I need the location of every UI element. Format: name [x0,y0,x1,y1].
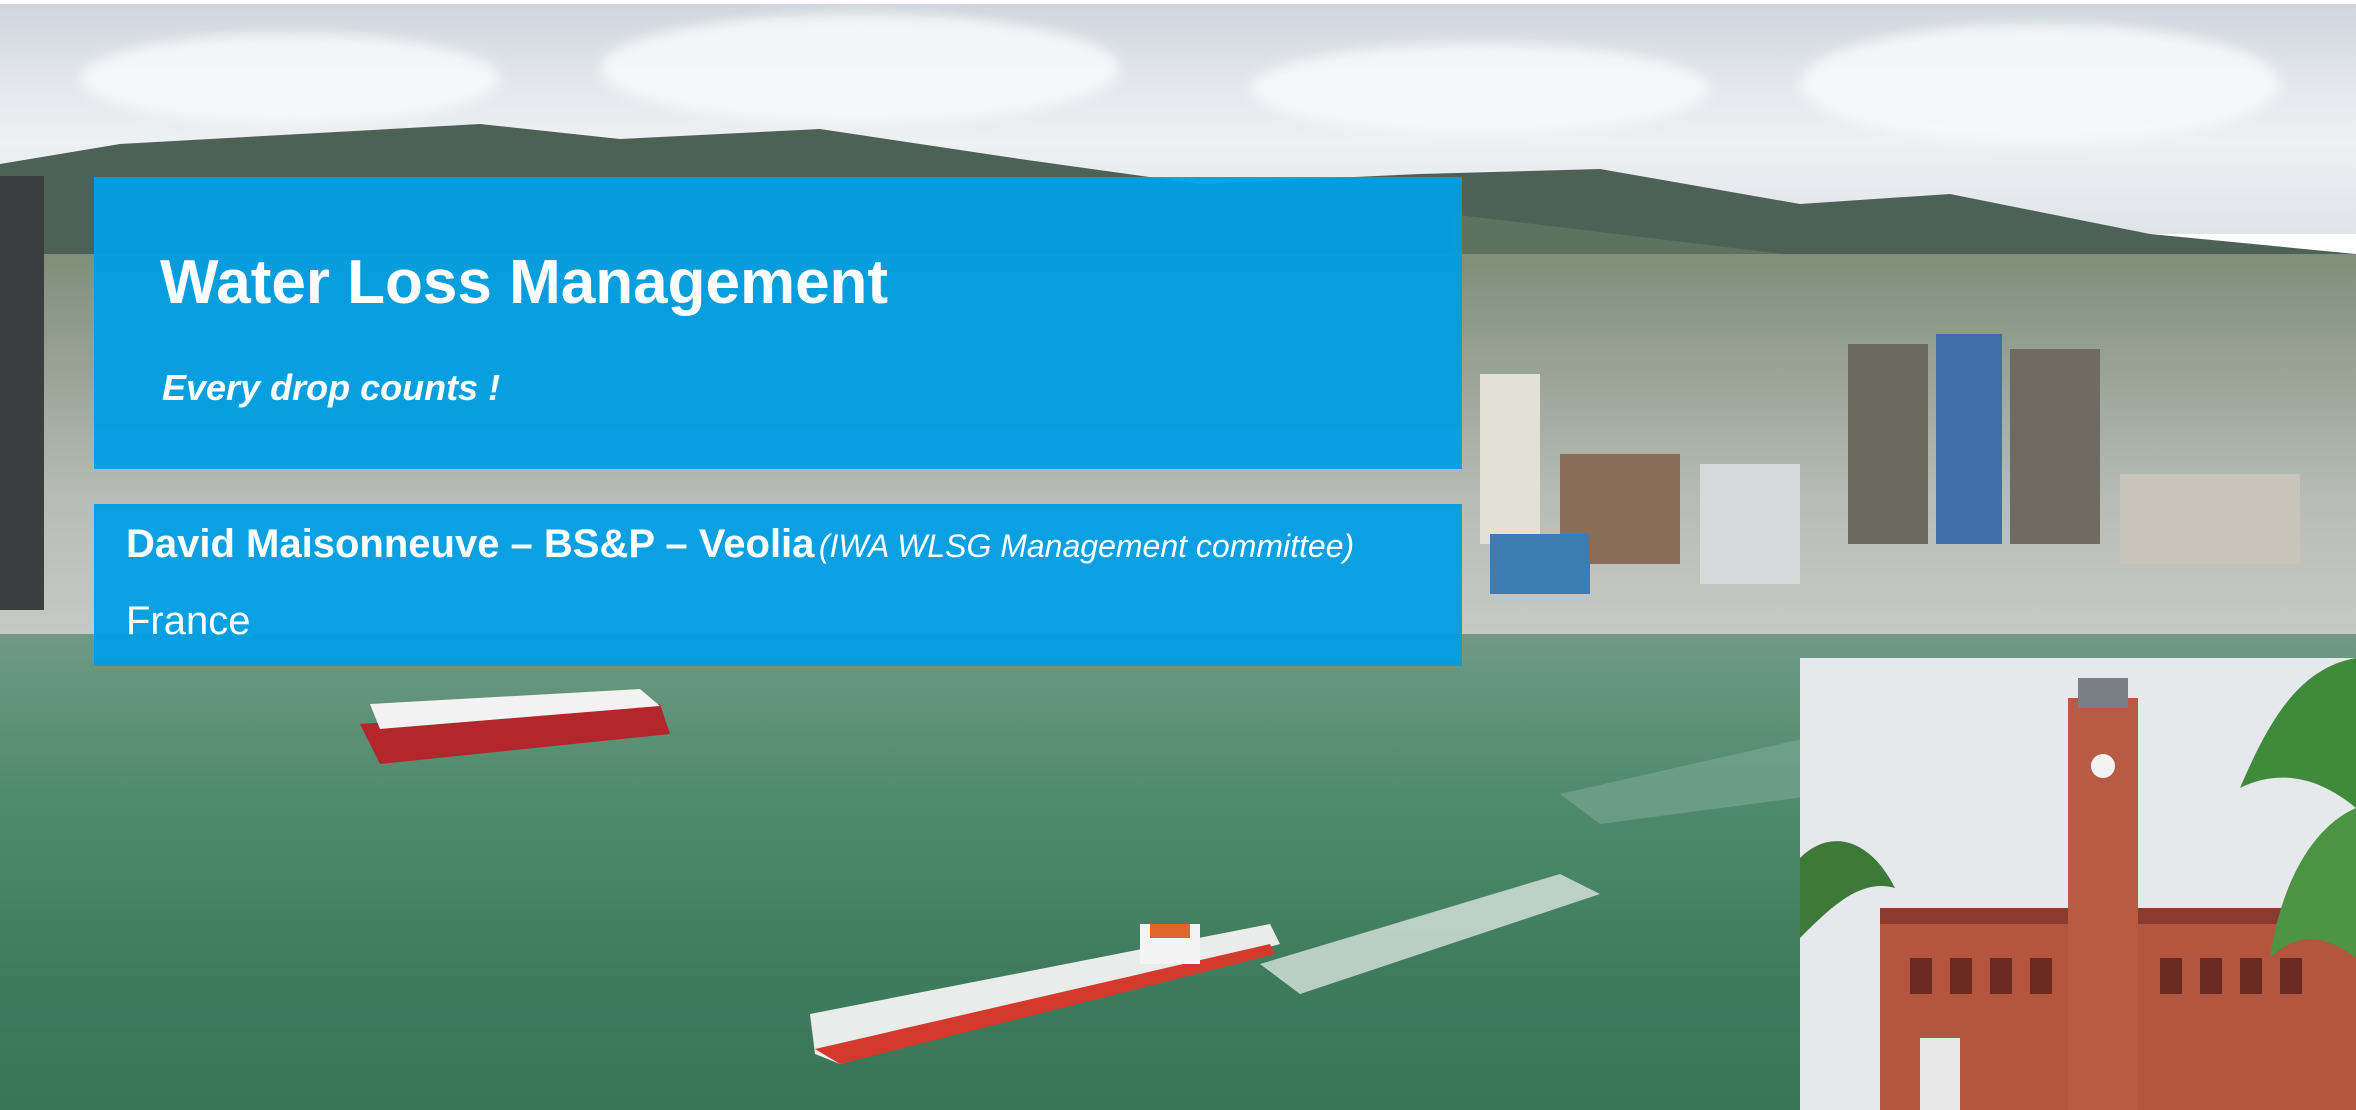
presenter-panel: David Maisonneuve – BS&P – Veolia (IWA W… [94,504,1462,666]
slide-tagline: Every drop counts ! [162,367,501,408]
red-house-building-image [1800,658,2356,1110]
presenter-country: France [126,599,251,643]
presenter-line: David Maisonneuve – BS&P – Veolia (IWA W… [126,522,1354,567]
clock-tower-photo [1800,658,2356,1110]
presenter-name: David Maisonneuve – BS&P – Veolia [126,522,815,566]
title-slide: Water Loss Management Every drop counts … [0,4,2356,1110]
slide-title: Water Loss Management [160,248,889,317]
presenter-role: (IWA WLSG Management committee) [818,528,1355,564]
title-panel: Water Loss Management Every drop counts … [94,177,1462,469]
side-accent-bar [0,176,44,610]
